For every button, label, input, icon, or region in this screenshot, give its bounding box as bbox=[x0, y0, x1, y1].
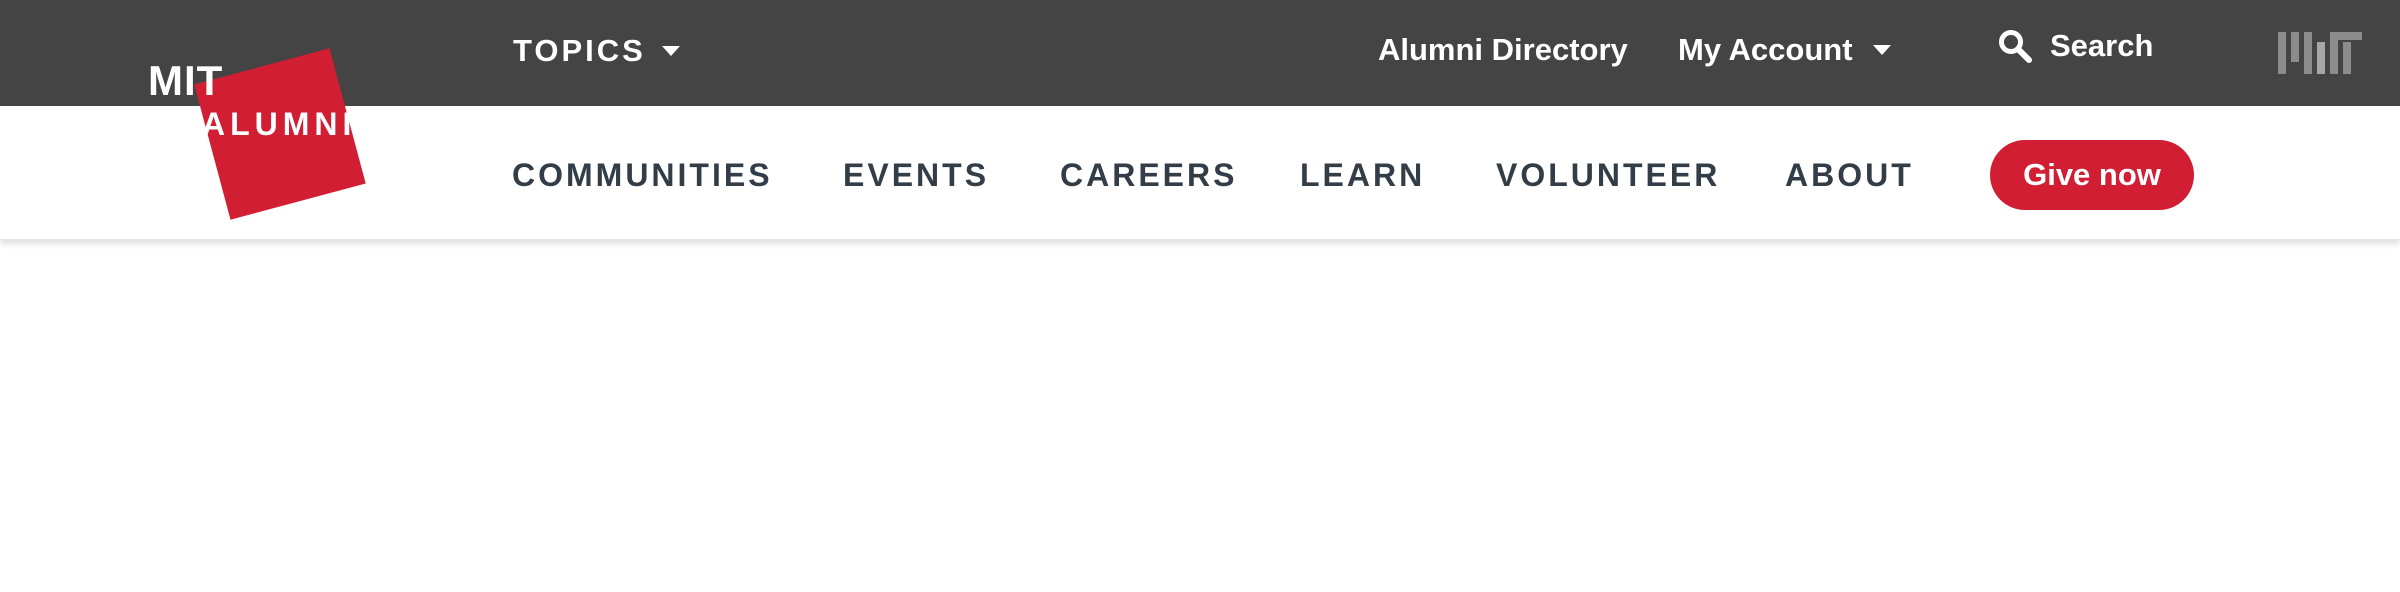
nav-communities[interactable]: COMMUNITIES bbox=[512, 157, 773, 194]
alumni-directory-link[interactable]: Alumni Directory bbox=[1378, 32, 1628, 68]
nav-volunteer[interactable]: VOLUNTEER bbox=[1496, 157, 1720, 194]
mit-logo-icon[interactable] bbox=[2278, 32, 2362, 74]
nav-events[interactable]: EVENTS bbox=[843, 157, 989, 194]
nav-learn[interactable]: LEARN bbox=[1300, 157, 1425, 194]
give-now-button[interactable]: Give now bbox=[1990, 140, 2194, 210]
nav-about[interactable]: ABOUT bbox=[1785, 157, 1914, 194]
mit-alumni-logo[interactable]: MIT ALUMNI bbox=[140, 44, 380, 220]
chevron-down-icon bbox=[1872, 45, 1891, 55]
nav-careers[interactable]: CAREERS bbox=[1060, 157, 1237, 194]
chevron-down-icon bbox=[661, 46, 680, 56]
search-icon bbox=[1999, 30, 2032, 63]
logo-alumni-text: ALUMNI bbox=[202, 106, 357, 142]
alumni-directory-label: Alumni Directory bbox=[1378, 32, 1628, 67]
logo-mit-text: MIT bbox=[148, 57, 224, 104]
my-account-menu[interactable]: My Account bbox=[1678, 32, 1891, 68]
topics-label: TOPICS bbox=[513, 33, 646, 68]
search-button[interactable]: Search bbox=[1998, 28, 2153, 64]
give-now-label: Give now bbox=[2023, 157, 2161, 192]
topics-menu[interactable]: TOPICS bbox=[513, 33, 680, 69]
my-account-label: My Account bbox=[1678, 32, 1853, 67]
search-label: Search bbox=[2050, 28, 2154, 63]
